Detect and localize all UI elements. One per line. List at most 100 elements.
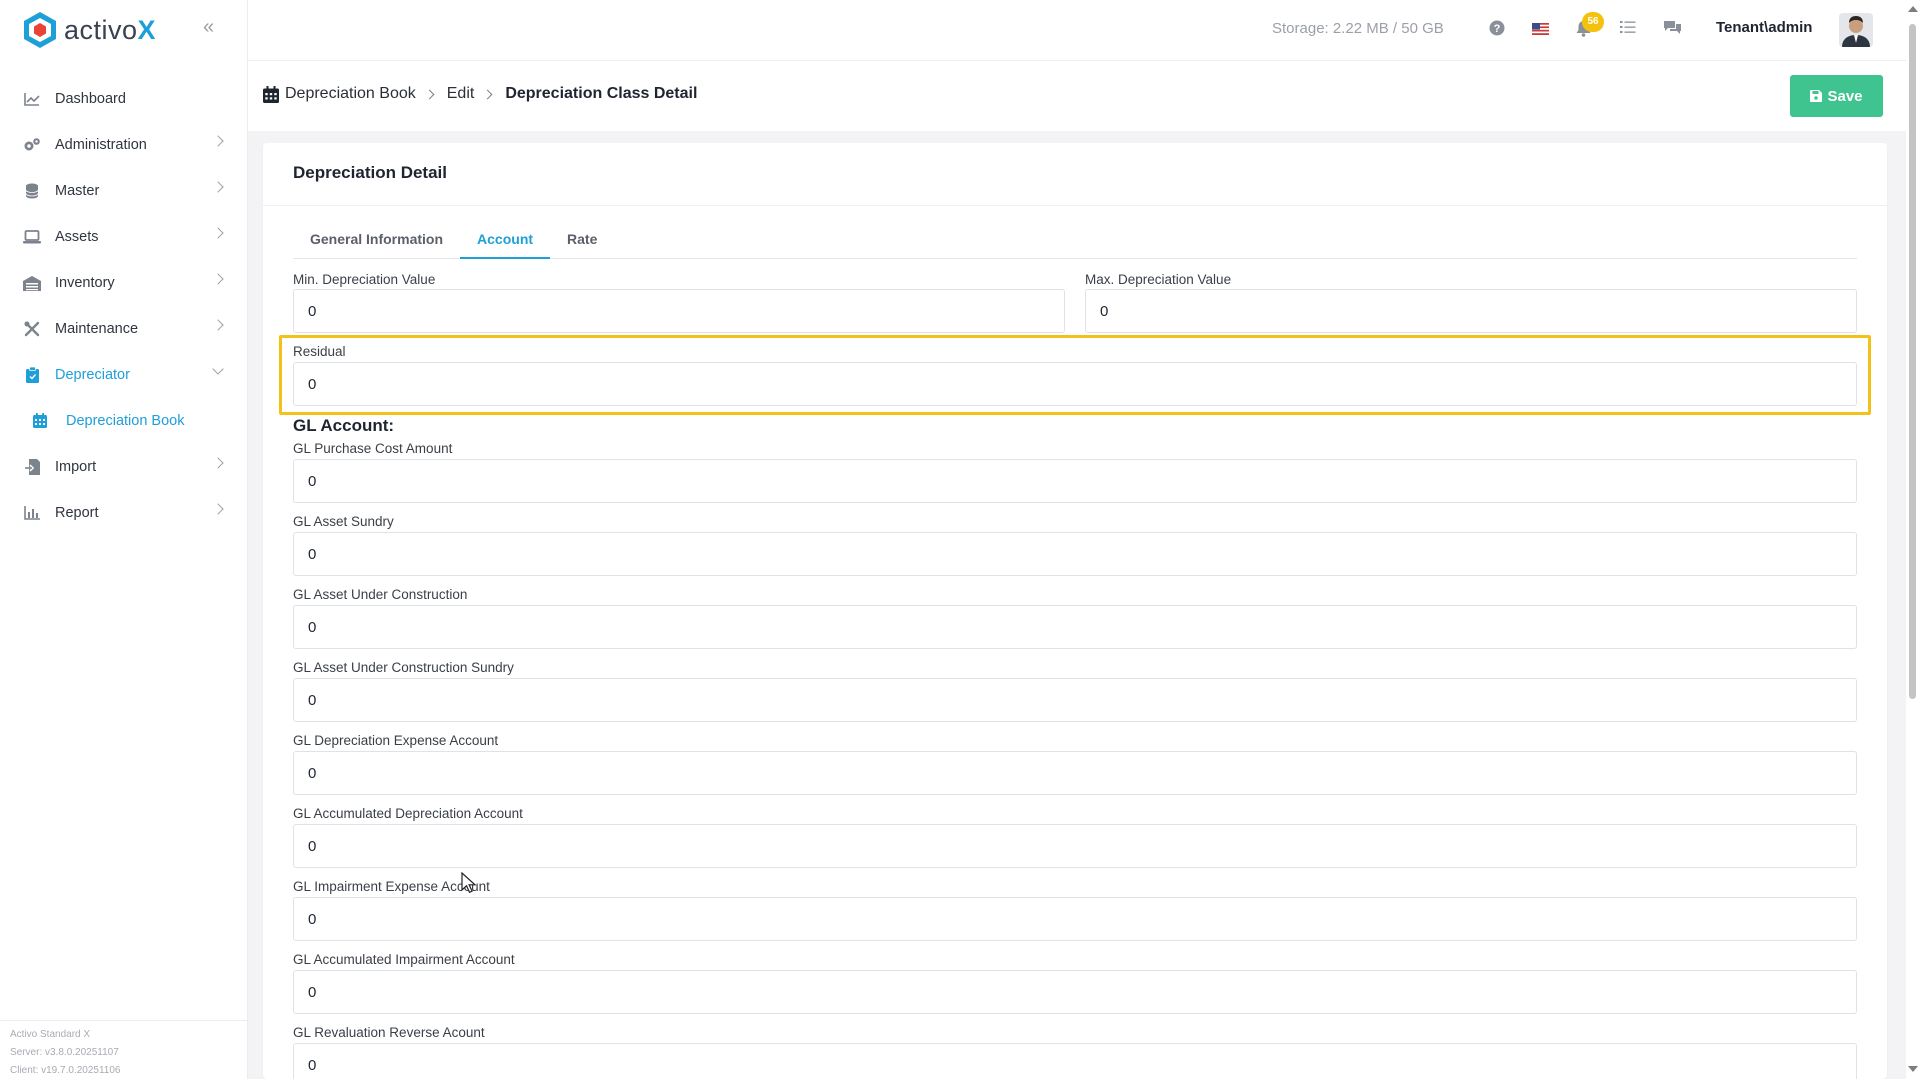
gl-revaluation-reverse-account-input[interactable]: [293, 1043, 1857, 1079]
save-button-label: Save: [1827, 87, 1863, 105]
chevron-down-icon: [212, 363, 224, 375]
gl-asset-sundry-label: GL Asset Sundry: [293, 514, 394, 529]
storage-usage: Storage: 2.22 MB / 50 GB: [1272, 20, 1444, 37]
activo-logo-icon: [22, 11, 58, 49]
chevron-right-icon: [212, 227, 224, 239]
residual-label: Residual: [293, 344, 346, 359]
breadcrumb-edit[interactable]: Edit: [447, 85, 475, 103]
gl-asset-under-construction-sundry-label: GL Asset Under Construction Sundry: [293, 660, 514, 675]
scroll-down-arrow-icon[interactable]: [1908, 1066, 1918, 1072]
sidebar-item-label: Depreciation Book: [66, 413, 185, 429]
bar-chart-icon: [23, 504, 41, 522]
chevron-right-icon: [212, 135, 224, 147]
sidebar-subitem-depreciation-book[interactable]: Depreciation Book: [0, 398, 248, 444]
chevron-right-icon: [212, 319, 224, 331]
breadcrumb-depreciation-book[interactable]: Depreciation Book: [285, 85, 416, 103]
breadcrumb: Depreciation Book Edit Depreciation Clas…: [263, 85, 697, 103]
tools-icon: [23, 320, 41, 338]
gears-icon: [23, 136, 41, 154]
gl-revaluation-reverse-account-label: GL Revaluation Reverse Acount: [293, 1025, 485, 1040]
tab-account[interactable]: Account: [460, 219, 551, 259]
version-info: Activo Standard X Server: v3.8.0.2025110…: [0, 1020, 248, 1079]
tab-general-information[interactable]: General Information: [293, 219, 460, 259]
clipboard-icon: [23, 366, 41, 384]
sidebar-item-dashboard[interactable]: Dashboard: [0, 76, 248, 122]
brand-logo[interactable]: activoX: [22, 10, 156, 50]
gl-impairment-expense-account-input[interactable]: [293, 897, 1857, 941]
sidebar-item-label: Import: [55, 459, 97, 475]
svg-text:?: ?: [1494, 23, 1501, 35]
max-depreciation-label: Max. Depreciation Value: [1085, 272, 1232, 287]
help-icon[interactable]: ?: [1489, 20, 1509, 40]
gl-purchase-cost-amount-input[interactable]: [293, 459, 1857, 503]
divider: [263, 205, 1887, 206]
gl-asset-under-construction-sundry-input[interactable]: [293, 678, 1857, 722]
user-avatar[interactable]: [1839, 13, 1873, 47]
calendar-icon: [33, 413, 49, 429]
chevron-right-icon: [424, 89, 435, 99]
database-icon: [23, 182, 41, 200]
mouse-cursor-icon: [461, 871, 477, 894]
page-scrollbar[interactable]: [1906, 0, 1919, 1079]
sidebar-nav: Dashboard Administration Master Assets I…: [0, 76, 248, 536]
notification-count-badge: 56: [1582, 12, 1604, 32]
topbar: Storage: 2.22 MB / 50 GB ? 56 Tenant\adm…: [248, 0, 1913, 61]
sidebar-item-label: Inventory: [55, 275, 115, 291]
sidebar: activoX « Dashboard Administration Maste…: [0, 0, 248, 1079]
page-header: Depreciation Book Edit Depreciation Clas…: [248, 61, 1913, 131]
chevron-right-icon: [212, 457, 224, 469]
gl-purchase-cost-amount-label: GL Purchase Cost Amount: [293, 441, 453, 456]
warehouse-icon: [23, 274, 41, 292]
residual-input[interactable]: [293, 362, 1857, 406]
gl-asset-under-construction-input[interactable]: [293, 605, 1857, 649]
client-version: Client: v19.7.0.20251106: [10, 1065, 121, 1076]
sidebar-item-label: Dashboard: [55, 91, 126, 107]
sidebar-item-maintenance[interactable]: Maintenance: [0, 306, 248, 352]
sidebar-item-report[interactable]: Report: [0, 490, 248, 536]
sidebar-item-depreciator[interactable]: Depreciator: [0, 352, 248, 398]
server-version: Server: v3.8.0.20251107: [10, 1047, 119, 1058]
gl-depreciation-expense-account-input[interactable]: [293, 751, 1857, 795]
gl-asset-under-construction-label: GL Asset Under Construction: [293, 587, 468, 602]
scrollbar-thumb[interactable]: [1909, 24, 1916, 699]
scroll-up-arrow-icon[interactable]: [1908, 6, 1918, 12]
calendar-icon: [263, 85, 279, 103]
sidebar-item-label: Administration: [55, 137, 147, 153]
sidebar-item-assets[interactable]: Assets: [0, 214, 248, 260]
sidebar-item-label: Assets: [55, 229, 99, 245]
chevron-right-icon: [212, 181, 224, 193]
import-icon: [23, 458, 41, 476]
gl-account-section-title: GL Account:: [293, 416, 395, 435]
chevron-right-icon: [212, 503, 224, 515]
tab-rate[interactable]: Rate: [550, 219, 614, 259]
sidebar-item-master[interactable]: Master: [0, 168, 248, 214]
detail-tabs: General Information Account Rate: [293, 219, 1857, 259]
save-button[interactable]: Save: [1790, 75, 1883, 117]
laptop-icon: [23, 228, 41, 246]
floppy-disk-icon: [1810, 90, 1823, 102]
collapse-sidebar-icon[interactable]: «: [203, 17, 223, 38]
task-list-icon[interactable]: [1620, 20, 1640, 40]
chart-line-icon: [23, 90, 41, 108]
sidebar-item-inventory[interactable]: Inventory: [0, 260, 248, 306]
gl-accumulated-impairment-account-label: GL Accumulated Impairment Account: [293, 952, 515, 967]
page-title: Depreciation Class Detail: [505, 85, 698, 102]
sidebar-item-import[interactable]: Import: [0, 444, 248, 490]
gl-accumulated-impairment-account-input[interactable]: [293, 970, 1857, 1014]
sidebar-item-label: Depreciator: [55, 367, 130, 383]
min-depreciation-input[interactable]: [293, 289, 1065, 333]
gl-depreciation-expense-account-label: GL Depreciation Expense Account: [293, 733, 499, 748]
sidebar-item-administration[interactable]: Administration: [0, 122, 248, 168]
chevron-right-icon: [482, 89, 493, 99]
gl-accumulated-depreciation-account-input[interactable]: [293, 824, 1857, 868]
sidebar-item-label: Master: [55, 183, 100, 199]
max-depreciation-input[interactable]: [1085, 289, 1857, 333]
product-name: Activo Standard X: [10, 1029, 91, 1040]
user-name[interactable]: Tenant\admin: [1716, 19, 1812, 36]
sidebar-item-label: Maintenance: [55, 321, 139, 337]
depreciation-detail-card: Depreciation Detail General Information …: [263, 143, 1887, 1079]
chat-icon[interactable]: [1663, 20, 1683, 40]
brand-name: activoX: [64, 14, 157, 45]
gl-asset-sundry-input[interactable]: [293, 532, 1857, 576]
us-flag-icon[interactable]: [1532, 22, 1552, 42]
